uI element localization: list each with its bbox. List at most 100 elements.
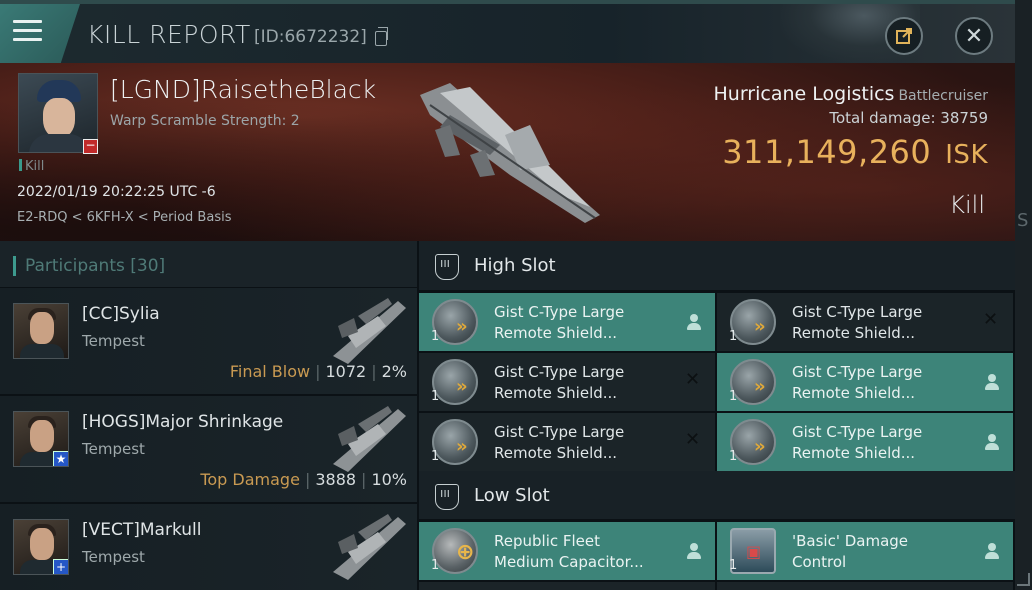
module-item[interactable]: ▣ 1 'Basic' Damage Control bbox=[717, 522, 1013, 580]
victim-ship-name[interactable]: Hurricane Logistics bbox=[714, 83, 895, 105]
participant-ship: Tempest bbox=[82, 332, 145, 350]
warp-scramble-strength: Warp Scramble Strength: 2 bbox=[110, 113, 300, 129]
participant-percent: 2% bbox=[381, 362, 407, 381]
kill-timestamp: 2022/01/19 20:22:25 UTC -6 bbox=[17, 184, 216, 200]
victim-banner: − Kill [LGND]RaisetheBlack Warp Scramble… bbox=[0, 63, 1015, 241]
module-qty: 1 bbox=[729, 449, 738, 464]
external-link-icon bbox=[896, 28, 912, 44]
participant-portrait[interactable] bbox=[13, 303, 69, 359]
participants-count: Participants [30] bbox=[25, 256, 166, 276]
module-item-partial[interactable] bbox=[717, 582, 1013, 590]
standing-minus-icon: − bbox=[83, 139, 98, 154]
tempest-ship-icon bbox=[333, 514, 406, 580]
module-item[interactable]: » 1 Gist C-Type Large Remote Shield... ✕ bbox=[717, 293, 1013, 351]
victim-ship-class: Battlecruiser bbox=[898, 88, 988, 104]
participant-damage: 3888 bbox=[315, 470, 357, 489]
participant-portrait[interactable]: ★ bbox=[13, 411, 69, 467]
module-name: Gist C-Type Large Remote Shield... bbox=[494, 363, 625, 402]
plus-icon: + bbox=[53, 559, 68, 574]
module-qty: 1 bbox=[729, 329, 738, 344]
victim-name[interactable]: [LGND]RaisetheBlack bbox=[110, 75, 376, 104]
participant-ship: Tempest bbox=[82, 548, 145, 566]
dropped-person-icon bbox=[985, 543, 999, 559]
low-slot-icon bbox=[435, 484, 459, 510]
destroyed-x-icon: ✕ bbox=[983, 309, 999, 330]
copy-icon[interactable] bbox=[375, 27, 388, 46]
participant-damage: 1072 bbox=[325, 362, 367, 381]
low-slot-header: Low Slot bbox=[419, 471, 1015, 520]
menu-button[interactable] bbox=[0, 4, 80, 63]
module-qty: 1 bbox=[431, 389, 440, 404]
destroyed-x-icon: ✕ bbox=[685, 429, 701, 450]
kill-id: [ID:6672232] bbox=[254, 27, 367, 47]
isk-unit: ISK bbox=[945, 140, 988, 170]
module-qty: 1 bbox=[431, 449, 440, 464]
kill-report-header: KILL REPORT [ID:6672232] ✕ bbox=[0, 0, 1015, 63]
page-title: KILL REPORT bbox=[87, 20, 251, 49]
participant-row[interactable]: [CC]Sylia Tempest Final Blow | 1072 | 2% bbox=[0, 288, 417, 396]
participant-row[interactable]: + [VECT]Markull Tempest bbox=[0, 504, 417, 590]
close-button[interactable]: ✕ bbox=[955, 17, 993, 55]
dropped-person-icon bbox=[985, 434, 999, 450]
resize-handle-icon[interactable] bbox=[1017, 573, 1030, 586]
module-qty: 1 bbox=[431, 329, 440, 344]
isk-amount: 311,149,260 bbox=[722, 133, 932, 171]
tempest-ship-icon bbox=[333, 406, 406, 472]
high-slot-label: High Slot bbox=[474, 255, 556, 276]
side-panel-edge: S bbox=[1015, 0, 1032, 590]
module-name: Gist C-Type Large Remote Shield... bbox=[792, 423, 923, 462]
top-damage-label: Top Damage bbox=[200, 470, 300, 489]
module-name: Republic Fleet Medium Capacitor... bbox=[494, 532, 644, 571]
high-slot-modules: » 1 Gist C-Type Large Remote Shield... » … bbox=[419, 291, 1015, 471]
total-damage-label: Total damage: bbox=[829, 109, 936, 127]
module-qty: 1 bbox=[729, 558, 738, 573]
participant-ship: Tempest bbox=[82, 440, 145, 458]
high-slot-header: High Slot bbox=[419, 241, 1015, 291]
close-icon: ✕ bbox=[964, 23, 984, 49]
share-button[interactable] bbox=[885, 17, 923, 55]
participant-portrait[interactable]: + bbox=[13, 519, 69, 575]
kill-type-tag: Kill bbox=[19, 159, 44, 174]
participant-stats: Top Damage | 3888 | 10% bbox=[200, 470, 407, 489]
total-damage: Total damage: 38759 bbox=[829, 109, 988, 127]
total-damage-value: 38759 bbox=[940, 109, 988, 127]
low-slot-modules: ⊕ 1 Republic Fleet Medium Capacitor... ▣ … bbox=[419, 520, 1015, 590]
module-item[interactable]: » 1 Gist C-Type Large Remote Shield... bbox=[717, 413, 1013, 471]
participant-name[interactable]: [VECT]Markull bbox=[82, 520, 202, 540]
dropped-person-icon bbox=[985, 374, 999, 390]
module-item[interactable]: » 1 Gist C-Type Large Remote Shield... bbox=[419, 293, 715, 351]
tempest-ship-icon bbox=[333, 298, 406, 364]
participant-name[interactable]: [HOGS]Major Shrinkage bbox=[82, 412, 283, 432]
module-item-partial[interactable] bbox=[419, 582, 715, 590]
final-blow-label: Final Blow bbox=[229, 362, 311, 381]
module-name: Gist C-Type Large Remote Shield... bbox=[494, 423, 625, 462]
participant-row[interactable]: ★ [HOGS]Major Shrinkage Tempest Top Dama… bbox=[0, 396, 417, 504]
module-item[interactable]: » 1 Gist C-Type Large Remote Shield... ✕ bbox=[419, 353, 715, 411]
hamburger-icon bbox=[13, 20, 42, 42]
victim-ship-image[interactable] bbox=[410, 75, 610, 225]
dropped-person-icon bbox=[687, 543, 701, 559]
dropped-person-icon bbox=[687, 314, 701, 330]
module-name: Gist C-Type Large Remote Shield... bbox=[494, 303, 625, 342]
fittings-panel: High Slot » 1 Gist C-Type LargeRemote Sh… bbox=[419, 241, 1015, 590]
module-name: Gist C-Type Large Remote Shield... bbox=[792, 363, 923, 402]
kill-result-label: Kill bbox=[949, 191, 985, 219]
module-item[interactable]: » 1 Gist C-Type Large Remote Shield... ✕ bbox=[419, 413, 715, 471]
participant-name[interactable]: [CC]Sylia bbox=[82, 304, 160, 324]
module-item[interactable]: ⊕ 1 Republic Fleet Medium Capacitor... bbox=[419, 522, 715, 580]
module-name: Gist C-Type Large Remote Shield... bbox=[792, 303, 923, 342]
low-slot-label: Low Slot bbox=[474, 485, 550, 506]
participant-percent: 10% bbox=[371, 470, 407, 489]
module-qty: 1 bbox=[729, 389, 738, 404]
victim-ship: Hurricane Logistics Battlecruiser bbox=[714, 83, 989, 105]
module-item[interactable]: » 1 Gist C-Type Large Remote Shield... bbox=[717, 353, 1013, 411]
participants-header[interactable]: Participants [30] bbox=[0, 241, 417, 288]
kill-location[interactable]: E2-RDQ < 6KFH-X < Period Basis bbox=[17, 210, 231, 225]
isk-value: 311,149,260 ISK bbox=[722, 133, 988, 171]
star-icon: ★ bbox=[53, 451, 68, 466]
high-slot-icon bbox=[435, 254, 459, 280]
module-qty: 1 bbox=[431, 558, 440, 573]
participants-panel: Participants [30] [CC]Sylia Tempest Fina… bbox=[0, 241, 417, 590]
destroyed-x-icon: ✕ bbox=[685, 369, 701, 390]
module-name: 'Basic' Damage Control bbox=[792, 532, 909, 571]
